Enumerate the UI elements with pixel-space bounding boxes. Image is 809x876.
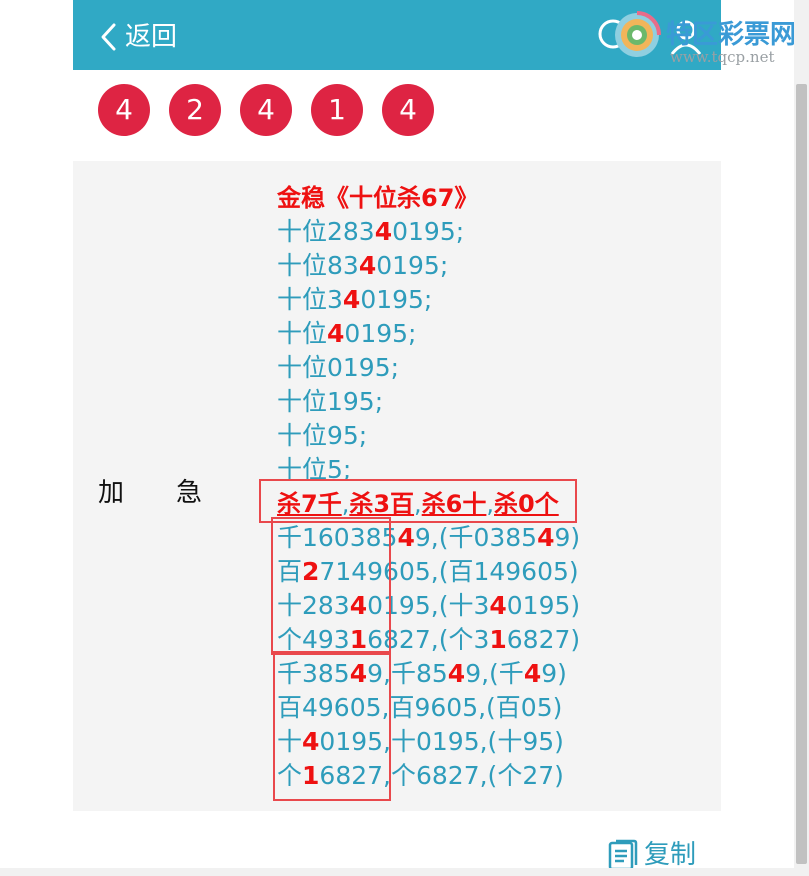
prediction-line: 十28340195,(十340195) [277,589,580,623]
document-copy-icon [608,839,638,871]
number-ball: 1 [311,84,363,136]
line-text: 十位83 [277,251,359,280]
line-text: 千385 [277,659,350,688]
highlight-digit: 4 [327,319,345,348]
highlight-digit: 4 [523,659,542,688]
line-text: 十位5; [277,455,352,484]
line-text: 个493 [277,625,350,654]
line-text: 十283 [277,591,350,620]
line-text: 百49605,百9605,(百05) [277,693,563,722]
highlight-digit: 4 [397,523,415,552]
watermark-title: 特区彩票网 [666,20,797,50]
highlight-digit: 金稳《十位杀67》 [277,184,479,212]
watermark-url: www.tqcp.net [670,48,775,66]
line-text: 0195; [344,319,417,348]
copy-button[interactable]: 复制 [608,838,696,872]
line-text: 7149605,(百149605) [319,557,579,586]
number-ball: 2 [169,84,221,136]
highlight-digit: 杀3百 [349,490,415,518]
line-text: 0195; [392,217,465,246]
prediction-line: 十位195; [277,385,580,419]
prediction-line: 个16827,个6827,(个27) [277,759,580,793]
highlight-digit: 1 [489,625,507,654]
prediction-line: 十位8340195; [277,249,580,283]
prediction-lines: 金稳《十位杀67》 十位28340195; 十位8340195; 十位340195; 十… [277,181,580,793]
line-text: 千160385 [277,523,398,552]
number-ball: 4 [240,84,292,136]
number-ball: 4 [98,84,150,136]
line-text: 0195,(十3 [367,591,490,620]
highlight-digit: 1 [349,625,368,654]
category-char: 急 [176,478,203,508]
back-button[interactable]: 返回 [99,20,177,54]
prediction-line: 十位28340195; [277,215,580,249]
highlight-digit: 杀0个 [494,490,559,518]
copy-label: 复制 [644,840,697,870]
line-text: 9) [541,659,567,688]
highlight-digit: 4 [489,591,507,620]
highlight-digit: 1 [302,761,320,790]
highlight-digit: 杀6十 [421,490,487,518]
category-label: 加急 [98,472,202,509]
line-text: 0195) [506,591,581,620]
category-char: 加 [98,478,125,508]
prediction-line: 十位40195; [277,317,580,351]
highlight-digit: 4 [358,251,377,280]
line-text: 6827,(个3 [367,625,490,654]
prediction-line: 十40195,十0195,(十95) [277,725,580,759]
line-text: 十位0195; [277,353,400,382]
highlight-digit: 4 [447,659,466,688]
line-text: 十位283 [277,217,375,246]
line-text: 十位 [277,319,328,348]
prediction-line: 个49316827,(个316827) [277,623,580,657]
line-text: 个 [277,761,303,790]
line-text: 十位95; [277,421,368,450]
line-text: 6827) [506,625,581,654]
prediction-line: 千38549,千8549,(千49) [277,657,580,691]
scrollbar-thumb[interactable] [796,84,807,864]
line-text: 0195; [376,251,449,280]
horizontal-scrollbar[interactable] [0,868,794,876]
highlight-digit: 2 [302,557,320,586]
prediction-line: 百27149605,(百149605) [277,555,580,589]
line-text: 十 [277,727,303,756]
line-text: 0195,十0195,(十95) [319,727,564,756]
highlight-digit: 4 [349,659,368,688]
line-text: , [486,490,495,518]
prediction-line: 十位5; [277,453,580,487]
prediction-line: 十位95; [277,419,580,453]
line-text: 9,(千 [465,659,524,688]
line-text: 9,(千0385 [414,523,538,552]
highlight-digit: 杀7千 [277,490,342,518]
highlight-digit: 4 [342,285,361,314]
prediction-line: 杀7千,杀3百,杀6十,杀0个 [277,487,580,521]
line-text: 十位195; [277,387,384,416]
prediction-line: 千16038549,(千038549) [277,521,580,555]
highlight-digit: 4 [537,523,555,552]
line-text: , [414,490,422,518]
line-text: 9) [554,523,581,552]
line-text: 0195; [360,285,433,314]
line-text: 9,千85 [367,659,448,688]
highlight-digit: 4 [374,217,393,246]
chevron-left-icon [101,23,116,51]
watermark: 特区彩票网 www.tqcp.net [612,8,807,70]
back-label: 返回 [125,22,178,52]
prediction-panel: 加急 金稳《十位杀67》 十位28340195; 十位8340195; 十位34019… [73,161,721,811]
swirl-logo-icon [615,11,661,57]
prediction-line: 十位340195; [277,283,580,317]
number-ball: 4 [382,84,434,136]
line-text: 6827,个6827,(个27) [319,761,564,790]
highlight-digit: 4 [302,727,320,756]
prediction-line: 十位0195; [277,351,580,385]
prediction-line: 金稳《十位杀67》 [277,181,580,215]
line-text: 十位3 [277,285,343,314]
highlight-digit: 4 [349,591,368,620]
line-text: 百 [277,557,303,586]
prediction-line: 百49605,百9605,(百05) [277,691,580,725]
